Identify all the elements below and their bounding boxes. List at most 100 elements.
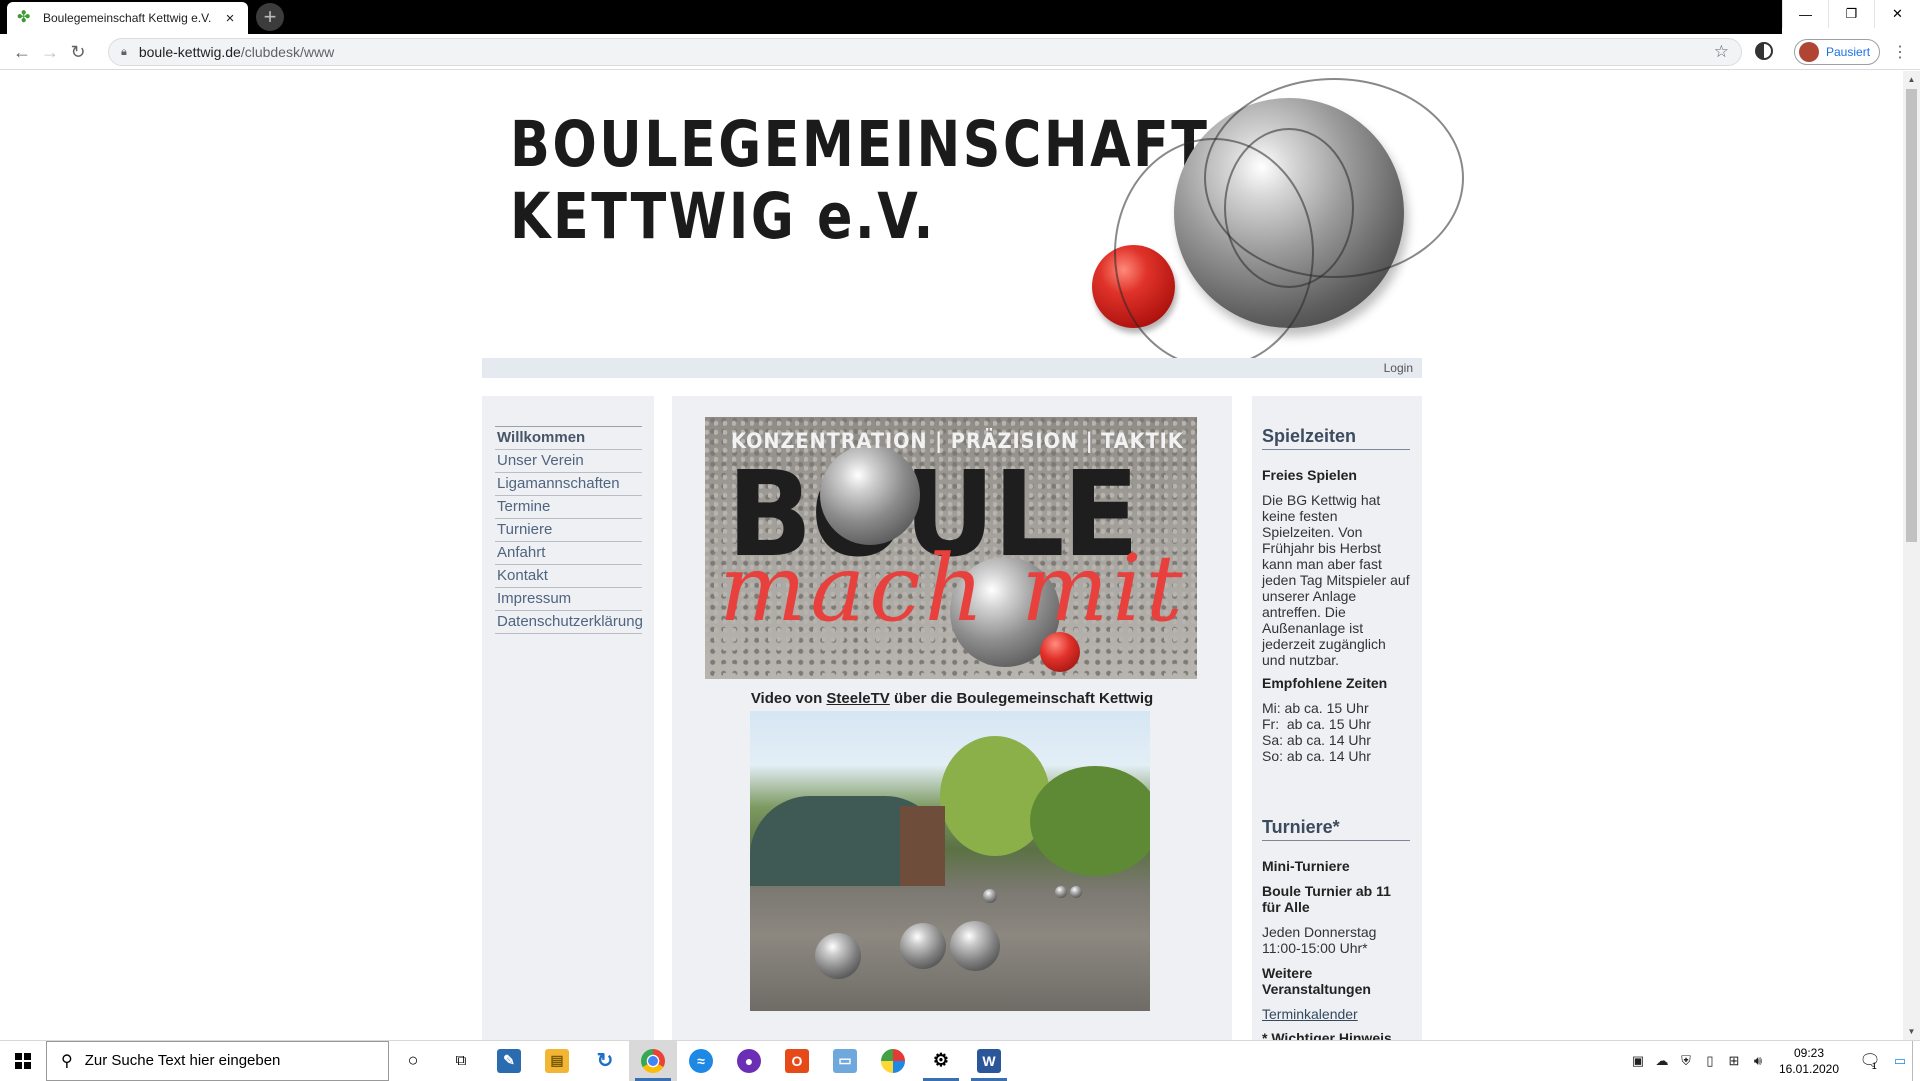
boule-ball-image — [1114, 78, 1464, 368]
hall-door-image — [900, 806, 945, 886]
task-view-icon[interactable]: ⧉ — [437, 1041, 485, 1081]
reload-icon[interactable]: ↻ — [64, 38, 92, 66]
nav-item-termine[interactable]: Termine — [495, 495, 642, 518]
nav-item-datenschutzerklaerung[interactable]: Datenschutzerklärung — [495, 610, 643, 633]
bookmark-star-icon[interactable]: ☆ — [1714, 42, 1729, 62]
boule-ball-image — [900, 923, 946, 969]
time-item-fr: Fr: ab ca. 15 Uhr — [1262, 716, 1371, 732]
show-desktop-button[interactable] — [1912, 1041, 1920, 1081]
sync-app-icon[interactable]: ↻ — [581, 1041, 629, 1081]
office-app-icon[interactable]: O — [773, 1041, 821, 1081]
boule-ball-image — [983, 889, 997, 903]
chrome-app-icon[interactable] — [629, 1040, 677, 1081]
video-thumbnail[interactable] — [750, 711, 1150, 1011]
dark-mode-extension-icon[interactable] — [1755, 42, 1773, 60]
spielzeiten-heading: Spielzeiten — [1262, 426, 1410, 450]
windows-taskbar: ⚲ Zur Suche Text hier eingeben ○ ⧉ ✎ ▤ ↻… — [0, 1040, 1920, 1081]
time-item-so: So: ab ca. 14 Uhr — [1262, 748, 1371, 764]
site-header: BOULEGEMEINSCHAFT KETTWIG e.V. — [482, 71, 1464, 368]
lock-icon: 🔒︎ — [121, 45, 127, 58]
onedrive-icon[interactable]: ☁ — [1650, 1041, 1674, 1081]
photo-app-icon[interactable] — [869, 1041, 917, 1081]
clock-date: 16.01.2020 — [1778, 1062, 1840, 1076]
minimize-button[interactable]: — — [1782, 0, 1828, 28]
notification-count: 1 — [1871, 1060, 1877, 1071]
cortana-icon[interactable]: ○ — [389, 1041, 437, 1081]
nav-item-turniere[interactable]: Turniere — [495, 518, 642, 541]
address-bar[interactable]: 🔒︎ boule-kettwig.de/clubdesk/www ☆ — [108, 38, 1742, 66]
browser-tab-active[interactable]: ✤ Boulegemeinschaft Kettwig e.V. × — [7, 2, 248, 34]
back-arrow-icon[interactable]: ← — [8, 38, 36, 66]
boule-turnier-heading: Boule Turnier ab 11 für Alle — [1262, 883, 1391, 915]
nav-item-kontakt[interactable]: Kontakt — [495, 564, 642, 587]
boule-ball-image — [815, 933, 861, 979]
close-window-button[interactable]: ✕ — [1874, 0, 1920, 28]
tab-close-icon[interactable]: × — [222, 10, 238, 27]
page-scrollbar[interactable]: ▲ ▼ — [1903, 71, 1920, 1040]
profile-status-label: Pausiert — [1826, 45, 1871, 59]
scroll-down-arrow-icon[interactable]: ▼ — [1903, 1023, 1920, 1040]
steeletv-link[interactable]: SteeleTV — [826, 690, 889, 707]
nav-item-willkommen[interactable]: Willkommen — [495, 426, 642, 449]
remote-desktop-icon[interactable]: ▭ — [821, 1041, 869, 1081]
scroll-thumb[interactable] — [1906, 89, 1917, 542]
video-caption: Video von SteeleTV über die Boulegemeins… — [672, 690, 1232, 707]
terminkalender-link[interactable]: Terminkalender — [1262, 1006, 1410, 1022]
browser-menu-icon[interactable]: ⋮ — [1892, 42, 1908, 62]
file-explorer-icon[interactable]: ▤ — [533, 1041, 581, 1081]
network-icon[interactable]: ⊞ — [1722, 1041, 1746, 1081]
url-text[interactable]: boule-kettwig.de/clubdesk/www — [139, 44, 1714, 60]
freies-spielen-heading: Freies Spielen — [1262, 467, 1357, 483]
tree-image — [1030, 766, 1150, 876]
boule-mach-mit-banner-image: BOULE KONZENTRATION | PRÄZISION | TAKTIK… — [705, 417, 1197, 679]
forward-arrow-icon[interactable]: → — [36, 38, 64, 66]
action-center-icon[interactable]: 🗨︎ 1 — [1848, 1041, 1888, 1081]
url-path: /clubdesk/www — [240, 44, 335, 60]
banner-ball-image — [820, 445, 920, 545]
nav-divider — [495, 633, 642, 634]
scroll-up-arrow-icon[interactable]: ▲ — [1903, 71, 1920, 88]
settings-gear-icon[interactable]: ⚙ — [917, 1041, 965, 1081]
site-title: BOULEGEMEINSCHAFT KETTWIG e.V. — [510, 109, 1209, 253]
login-bar: Login — [482, 358, 1422, 378]
notepad-app-icon[interactable]: ✎ — [485, 1041, 533, 1081]
clock-time: 09:23 — [1793, 1046, 1825, 1060]
defender-shield-icon[interactable]: ⛨ — [1674, 1041, 1698, 1081]
system-tray: ▣ ☁ ⛨ ▯ ⊞ 🔊︎ 09:23 16.01.2020 🗨︎ 1 ▭ — [1626, 1041, 1920, 1081]
browser-app-icon[interactable]: ≈ — [677, 1041, 725, 1081]
boule-ball-image — [950, 921, 1000, 971]
taskbar-search-box[interactable]: ⚲ Zur Suche Text hier eingeben — [46, 1040, 389, 1081]
browser-toolbar: ← → ↻ 🔒︎ boule-kettwig.de/clubdesk/www ☆… — [0, 34, 1920, 70]
usb-icon[interactable]: ▯ — [1698, 1041, 1722, 1081]
nav-item-anfahrt[interactable]: Anfahrt — [495, 541, 642, 564]
browser-titlebar: ✤ Boulegemeinschaft Kettwig e.V. × + — ❐… — [0, 0, 1920, 34]
banner-jack-image — [1040, 632, 1080, 672]
avatar — [1799, 42, 1819, 62]
site-title-line2: KETTWIG e.V. — [510, 180, 936, 253]
banner-tagline: KONZENTRATION | PRÄZISION | TAKTIK — [731, 429, 1184, 453]
start-button[interactable] — [0, 1041, 46, 1081]
banner-script-text: mach mit — [719, 535, 1187, 642]
new-tab-button[interactable]: + — [256, 3, 284, 31]
wichtiger-hinweis-heading: * Wichtiger Hinweis — [1262, 1030, 1392, 1040]
profile-button[interactable]: Pausiert — [1794, 39, 1880, 65]
window-controls: — ❐ ✕ — [1782, 0, 1920, 34]
taskbar-clock[interactable]: 09:23 16.01.2020 — [1770, 1045, 1848, 1077]
video-caption-pre: Video von — [750, 690, 827, 707]
login-link[interactable]: Login — [1384, 361, 1413, 375]
windows-logo-icon — [15, 1052, 31, 1069]
nav-item-unser-verein[interactable]: Unser Verein — [495, 449, 642, 472]
freies-spielen-text: Die BG Kettwig hat keine festen Spielzei… — [1262, 492, 1410, 668]
nav-item-impressum[interactable]: Impressum — [495, 587, 642, 610]
main-column: BOULE KONZENTRATION | PRÄZISION | TAKTIK… — [672, 396, 1232, 1040]
tor-app-icon[interactable]: ● — [725, 1041, 773, 1081]
video-caption-post: über die Boulegemeinschaft Kettwig — [889, 690, 1154, 707]
volume-icon[interactable]: 🔊︎ — [1746, 1041, 1770, 1081]
screen-toggle-icon[interactable]: ▭ — [1888, 1041, 1912, 1081]
restore-button[interactable]: ❐ — [1828, 0, 1874, 28]
nav-item-ligamannschaften[interactable]: Ligamannschaften — [495, 472, 642, 495]
tray-app-icon[interactable]: ▣ — [1626, 1041, 1650, 1081]
word-app-icon[interactable]: W — [965, 1041, 1013, 1081]
mini-turniere-heading: Mini-Turniere — [1262, 858, 1350, 874]
clover-favicon-icon: ✤ — [17, 9, 31, 26]
